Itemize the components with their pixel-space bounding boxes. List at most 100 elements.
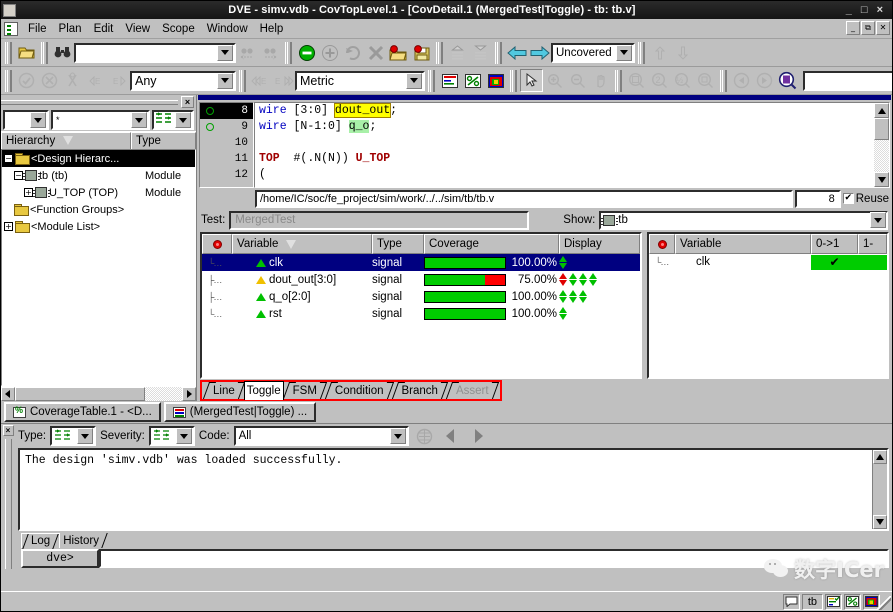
detail-col-variable[interactable]: Variable (675, 234, 811, 254)
maximize-icon[interactable]: □ (861, 5, 868, 16)
gutter-line-9[interactable]: 9 (200, 119, 253, 135)
menu-view[interactable]: View (119, 21, 156, 37)
zoom-box-icon[interactable] (694, 69, 717, 92)
scroll-up-icon[interactable] (874, 103, 889, 118)
forward-arrow-icon[interactable] (528, 41, 551, 64)
resize-grip[interactable] (877, 596, 891, 610)
scrollbar-track[interactable] (15, 387, 182, 401)
hierarchy-horizontal-scrollbar[interactable] (1, 386, 196, 401)
menu-scope[interactable]: Scope (156, 21, 201, 37)
source-vertical-scrollbar[interactable] (874, 103, 889, 187)
metric-value[interactable]: Metric (297, 74, 406, 88)
zoom-combo[interactable] (803, 71, 893, 91)
chevron-down-icon[interactable] (217, 45, 233, 61)
toggle-diamond-icon[interactable] (579, 273, 588, 286)
chevron-down-icon-2[interactable] (616, 45, 632, 61)
toggle-diamond-icon[interactable] (569, 273, 578, 286)
log-panel-grip[interactable] (5, 439, 12, 569)
line-number-field[interactable]: 8 (795, 190, 841, 208)
table-row[interactable]: └… clk signal 100.00% (202, 254, 640, 271)
toolbar-grip[interactable] (5, 42, 12, 64)
save-coverage-icon[interactable] (410, 41, 433, 64)
mdi-minimize-icon[interactable]: _ (846, 21, 860, 35)
toolbar2-grip[interactable] (5, 70, 12, 92)
step-back-icon[interactable] (730, 69, 753, 92)
uncovered-combo[interactable]: Uncovered (551, 43, 635, 63)
log-scroll-up-icon[interactable] (873, 450, 887, 464)
toggle-diamond-icon[interactable] (559, 256, 568, 269)
annotate-icon[interactable] (61, 69, 84, 92)
log-scroll-down-icon[interactable] (873, 515, 887, 529)
pattern-combo[interactable]: * (51, 110, 150, 130)
tree-expander-icon-3[interactable]: + (24, 188, 33, 197)
color-map-icon[interactable] (484, 69, 507, 92)
detail-col-1to0[interactable]: 1- (858, 234, 887, 254)
source-scrollbar-thumb[interactable] (874, 118, 889, 140)
scroll-down-icon[interactable] (874, 172, 889, 187)
chevron-down-icon-10[interactable] (77, 428, 93, 444)
zoom-out-icon[interactable] (566, 69, 589, 92)
hierarchy-close-button[interactable]: × (181, 96, 194, 108)
detail-col-marker[interactable] (649, 234, 675, 254)
gutter-line-10[interactable]: 10 (200, 135, 253, 151)
chevron-down-icon-6[interactable] (30, 112, 46, 128)
tree-node-function-groups[interactable]: <Function Groups> (2, 201, 195, 218)
zoom-2x-icon[interactable]: 2 (648, 69, 671, 92)
log-output[interactable]: The design 'simv.vdb' was loaded success… (18, 448, 889, 531)
binoculars-icon[interactable] (51, 41, 74, 64)
command-input[interactable] (99, 549, 889, 568)
pointer-icon[interactable] (520, 69, 543, 92)
coverage-col-marker[interactable] (202, 234, 232, 254)
chevron-down-icon-7[interactable] (131, 112, 147, 128)
toolbar2-grip-5[interactable] (615, 70, 622, 92)
chevron-down-icon-4[interactable] (406, 73, 422, 89)
collapse-all-icon[interactable] (446, 41, 469, 64)
tab-condition[interactable]: Condition (326, 382, 393, 399)
gutter-line-12[interactable]: 12 (200, 167, 253, 183)
message-icon[interactable] (783, 594, 800, 610)
toggle-diamond-icon[interactable] (559, 290, 568, 303)
zoom-fit-icon[interactable] (625, 69, 648, 92)
close-icon[interactable]: × (877, 5, 883, 16)
table-row[interactable]: └… rst signal 100.00% (202, 305, 640, 322)
tree-node-u-top[interactable]: + U_TOP (TOP) Module (2, 184, 195, 201)
mdi-restore-icon[interactable]: ⧉ (861, 21, 875, 35)
tree-expander-icon-4[interactable]: + (4, 222, 13, 231)
toggle-diamond-icon[interactable] (559, 307, 568, 320)
toolbar2-grip-3[interactable] (428, 70, 435, 92)
cell-1to0[interactable] (858, 255, 887, 270)
detail-table-body[interactable]: └… clk ✔ (649, 254, 887, 377)
reuse-checkbox[interactable]: ✔ (843, 193, 854, 204)
find-next-icon[interactable] (259, 41, 282, 64)
detail-col-0to1[interactable]: 0->1 (811, 234, 858, 254)
source-text-area[interactable]: wire [3:0] dout_out; wire [N-1:0] q_o; T… (254, 102, 890, 188)
goto-icon[interactable] (776, 69, 799, 92)
mdi-close-icon[interactable]: ✕ (876, 21, 890, 35)
zoom-half-icon[interactable]: ½ (671, 69, 694, 92)
prev-error-icon[interactable]: E (84, 69, 107, 92)
log-type-combo[interactable] (50, 426, 96, 446)
find-prev-icon[interactable] (236, 41, 259, 64)
chevron-down-icon-3[interactable] (217, 73, 233, 89)
tree-node-module-list[interactable]: + <Module List> (2, 218, 195, 235)
filter-combo[interactable]: Any (130, 71, 236, 91)
expand-all-icon[interactable] (469, 41, 492, 64)
toggle-diamond-icon[interactable] (579, 290, 588, 303)
toolbar-grip-5[interactable] (495, 42, 502, 64)
gutter-line-11[interactable]: 11 (200, 151, 253, 167)
menu-file[interactable]: File (22, 21, 53, 37)
log-prev-icon[interactable] (440, 425, 463, 448)
toolbar2-grip-4[interactable] (510, 70, 517, 92)
tab-log[interactable]: Log (21, 533, 60, 548)
exclude-icon[interactable] (38, 69, 61, 92)
line-coverage-icon[interactable] (825, 594, 842, 610)
hierarchy-mode-icon[interactable] (154, 112, 175, 128)
system-menu-icon[interactable] (3, 4, 16, 17)
log-next-icon[interactable] (467, 425, 490, 448)
check-icon[interactable] (15, 69, 38, 92)
add-icon[interactable] (318, 41, 341, 64)
percent-icon[interactable] (461, 69, 484, 92)
chevron-down-icon-8[interactable] (175, 112, 191, 128)
coverage-col-coverage[interactable]: Coverage (424, 234, 559, 254)
percent-coverage-icon[interactable] (844, 594, 861, 610)
